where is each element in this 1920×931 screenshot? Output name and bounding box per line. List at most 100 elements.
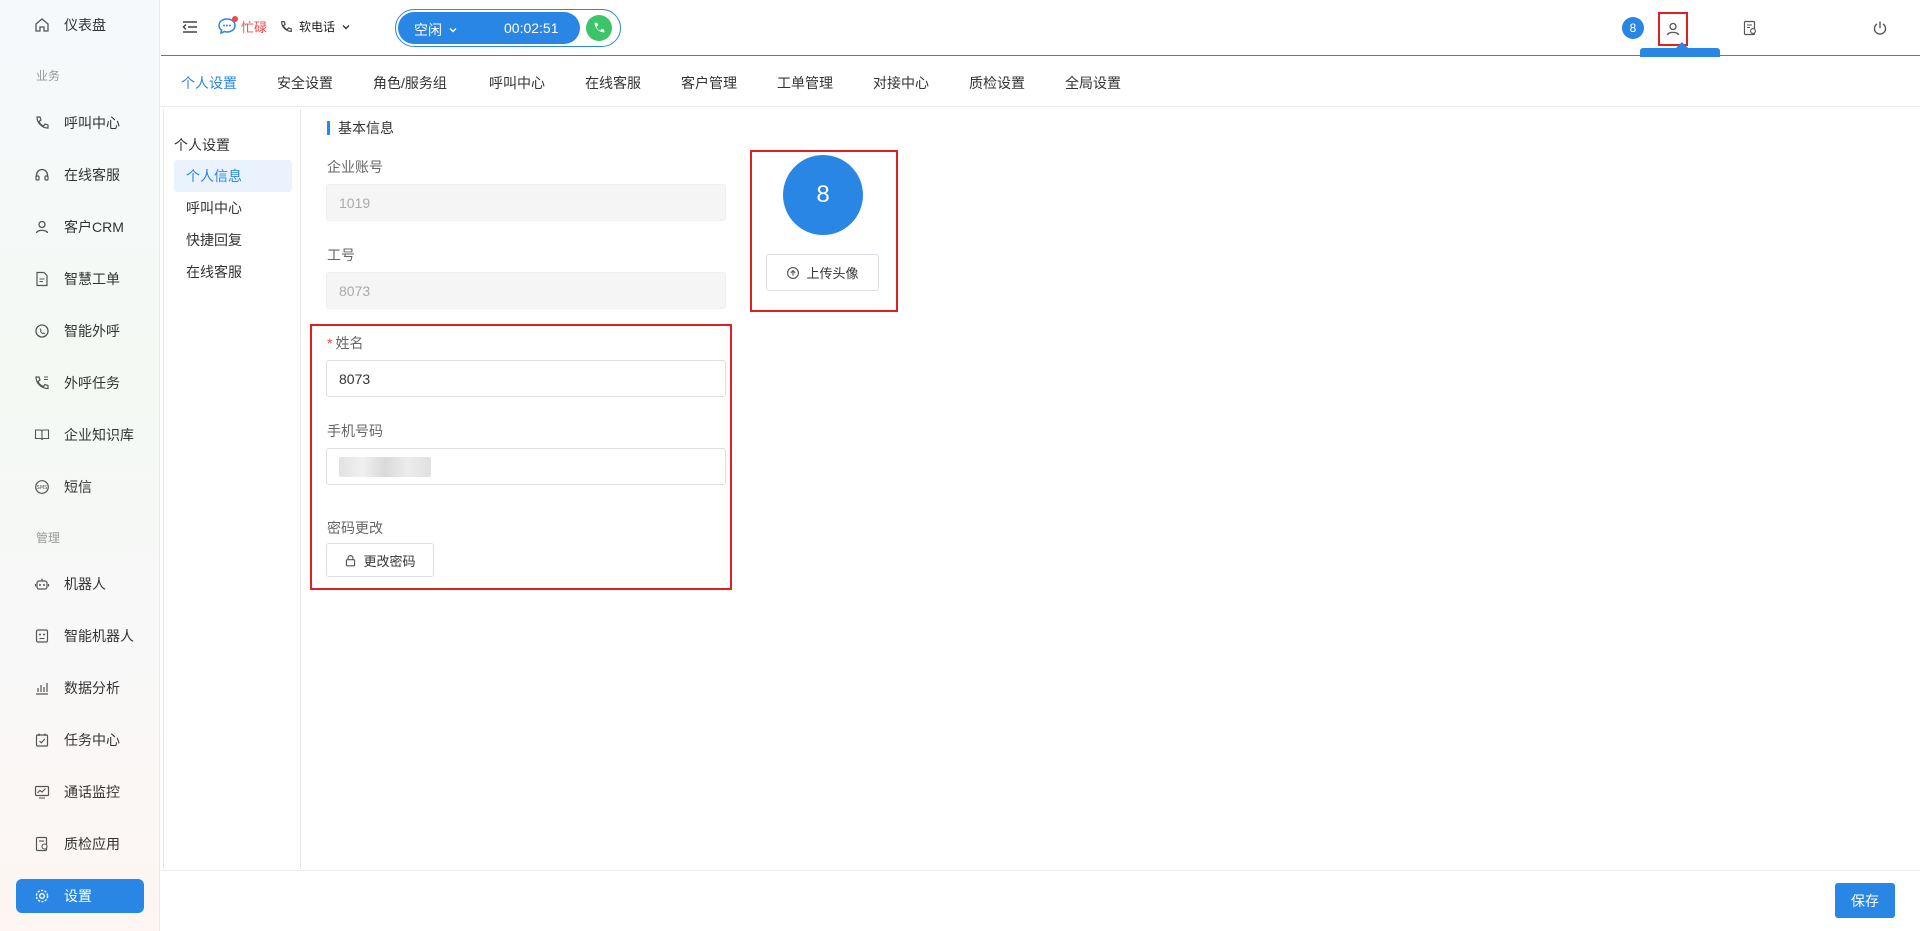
tab-personal-settings[interactable]: 个人设置: [181, 73, 237, 93]
sidebar-item-online-service[interactable]: 在线客服: [16, 158, 144, 192]
call-state-label: 空闲: [414, 22, 442, 38]
sidebar-item-smart-outbound[interactable]: 智能外呼: [16, 314, 144, 348]
sidebar-item-label: 在线客服: [64, 167, 120, 183]
highlight-box-editable-fields: [310, 324, 732, 590]
account-input: 1019: [326, 184, 726, 221]
sidebar-item-crm[interactable]: 客户CRM: [16, 210, 144, 244]
phone-mode-label: 软电话: [299, 20, 336, 34]
phone-icon: [34, 115, 50, 131]
sidebar-item-label: 短信: [64, 479, 92, 495]
bar-chart-icon: [34, 680, 50, 696]
agent-status-toggle[interactable]: 忙碌: [217, 16, 267, 36]
tab-quality-settings[interactable]: 质检设置: [969, 73, 1025, 93]
user-profile-button[interactable]: [1658, 12, 1688, 46]
monitor-icon: [34, 784, 50, 800]
phone-icon: [279, 20, 293, 34]
whatsapp-icon: [34, 323, 50, 339]
sidebar-item-label: 呼叫中心: [64, 115, 120, 131]
submenu-item-online-service[interactable]: 在线客服: [174, 256, 292, 288]
sidebar: 仪表盘 业务 呼叫中心 在线客服 客户CRM 智慧工单 智能外呼 外呼任务 企业…: [0, 0, 160, 931]
call-timer: 00:02:51: [504, 20, 559, 36]
sidebar-item-dashboard[interactable]: 仪表盘: [16, 8, 144, 42]
book-icon: [34, 427, 50, 443]
tab-ticket-management[interactable]: 工单管理: [777, 73, 833, 93]
sidebar-group-business: 业务: [36, 69, 61, 83]
tab-customer-management[interactable]: 客户管理: [681, 73, 737, 93]
job-number-value: 8073: [339, 282, 371, 299]
sidebar-item-label: 智能机器人: [64, 628, 134, 644]
call-state-dropdown[interactable]: 空闲: [414, 20, 458, 40]
job-number-input: 8073: [326, 272, 726, 309]
user-avatar-badge[interactable]: 8: [1622, 17, 1644, 39]
job-number-label: 工号: [327, 247, 355, 263]
sidebar-item-label: 智慧工单: [64, 271, 120, 287]
footer-bar: [161, 870, 1920, 931]
sidebar-item-label: 设置: [64, 888, 92, 904]
tab-online-service[interactable]: 在线客服: [585, 73, 641, 93]
call-button[interactable]: [586, 15, 612, 41]
sidebar-item-tickets[interactable]: 智慧工单: [16, 262, 144, 296]
sidebar-item-label: 质检应用: [64, 836, 120, 852]
highlight-box-avatar: [750, 150, 898, 312]
settings-tabs: 个人设置 安全设置 角色/服务组 呼叫中心 在线客服 客户管理 工单管理 对接中…: [161, 57, 1920, 107]
chevron-down-icon: [448, 25, 458, 35]
robot-icon: [34, 576, 50, 592]
sidebar-item-label: 仪表盘: [64, 17, 106, 33]
power-icon[interactable]: [1866, 14, 1894, 42]
sidebar-item-knowledge-base[interactable]: 企业知识库: [16, 418, 144, 452]
chevron-down-icon: [341, 22, 351, 32]
sidebar-item-task-center[interactable]: 任务中心: [16, 723, 144, 757]
settings-submenu: 个人设置 个人信息 呼叫中心 快捷回复 在线客服: [163, 109, 301, 869]
sidebar-item-settings[interactable]: 设置: [16, 879, 144, 913]
headset-icon: [34, 167, 50, 183]
sidebar-item-robot[interactable]: 机器人: [16, 567, 144, 601]
submenu-title: 个人设置: [174, 137, 230, 153]
user-icon: [34, 219, 50, 235]
sidebar-item-outbound-tasks[interactable]: 外呼任务: [16, 366, 144, 400]
sidebar-item-label: 客户CRM: [64, 219, 124, 235]
sidebar-item-smart-robot[interactable]: 智能机器人: [16, 619, 144, 653]
phone-mode-dropdown[interactable]: 软电话: [279, 18, 351, 35]
document-icon: [34, 271, 50, 287]
quality-icon: [34, 836, 50, 852]
sidebar-item-quality-app[interactable]: 质检应用: [16, 827, 144, 861]
submenu-item-call-center[interactable]: 呼叫中心: [174, 192, 292, 224]
tab-global-settings[interactable]: 全局设置: [1065, 73, 1121, 93]
section-title-bar: [327, 121, 330, 135]
sidebar-item-call-center[interactable]: 呼叫中心: [16, 106, 144, 140]
account-value: 1019: [339, 194, 371, 211]
user-icon: [1665, 21, 1681, 37]
phone-task-icon: [34, 375, 50, 391]
task-check-icon: [34, 732, 50, 748]
tab-roles-groups[interactable]: 角色/服务组: [373, 73, 447, 93]
sidebar-item-label: 任务中心: [64, 732, 120, 748]
menu-collapse-icon[interactable]: [181, 18, 199, 36]
sidebar-item-label: 外呼任务: [64, 375, 120, 391]
svg-text:SMS: SMS: [37, 485, 48, 491]
submenu-item-quick-reply[interactable]: 快捷回复: [174, 224, 292, 256]
sidebar-item-label: 通话监控: [64, 784, 120, 800]
chat-bubble-icon: [217, 16, 238, 36]
section-title: 基本信息: [327, 118, 394, 138]
sms-icon: SMS: [34, 479, 50, 495]
phone-call-icon: [592, 21, 606, 35]
home-icon: [34, 17, 50, 33]
call-status-bar: 空闲 00:02:51: [395, 9, 621, 47]
sidebar-item-label: 数据分析: [64, 680, 120, 696]
sidebar-item-label: 企业知识库: [64, 427, 134, 443]
sidebar-item-label: 机器人: [64, 576, 106, 592]
sidebar-item-call-monitor[interactable]: 通话监控: [16, 775, 144, 809]
gear-icon: [34, 888, 50, 904]
call-status-fill: 空闲 00:02:51: [398, 12, 580, 44]
save-button[interactable]: 保存: [1835, 883, 1895, 918]
tab-security-settings[interactable]: 安全设置: [277, 73, 333, 93]
sidebar-item-data-analysis[interactable]: 数据分析: [16, 671, 144, 705]
tab-call-center[interactable]: 呼叫中心: [489, 73, 545, 93]
sidebar-item-sms[interactable]: SMS 短信: [16, 470, 144, 504]
smart-robot-icon: [34, 628, 50, 644]
tab-integration-center[interactable]: 对接中心: [873, 73, 929, 93]
account-label: 企业账号: [327, 159, 383, 175]
notice-icon[interactable]: [1736, 14, 1764, 42]
sidebar-item-label: 智能外呼: [64, 323, 120, 339]
submenu-item-personal-info[interactable]: 个人信息: [174, 160, 292, 192]
